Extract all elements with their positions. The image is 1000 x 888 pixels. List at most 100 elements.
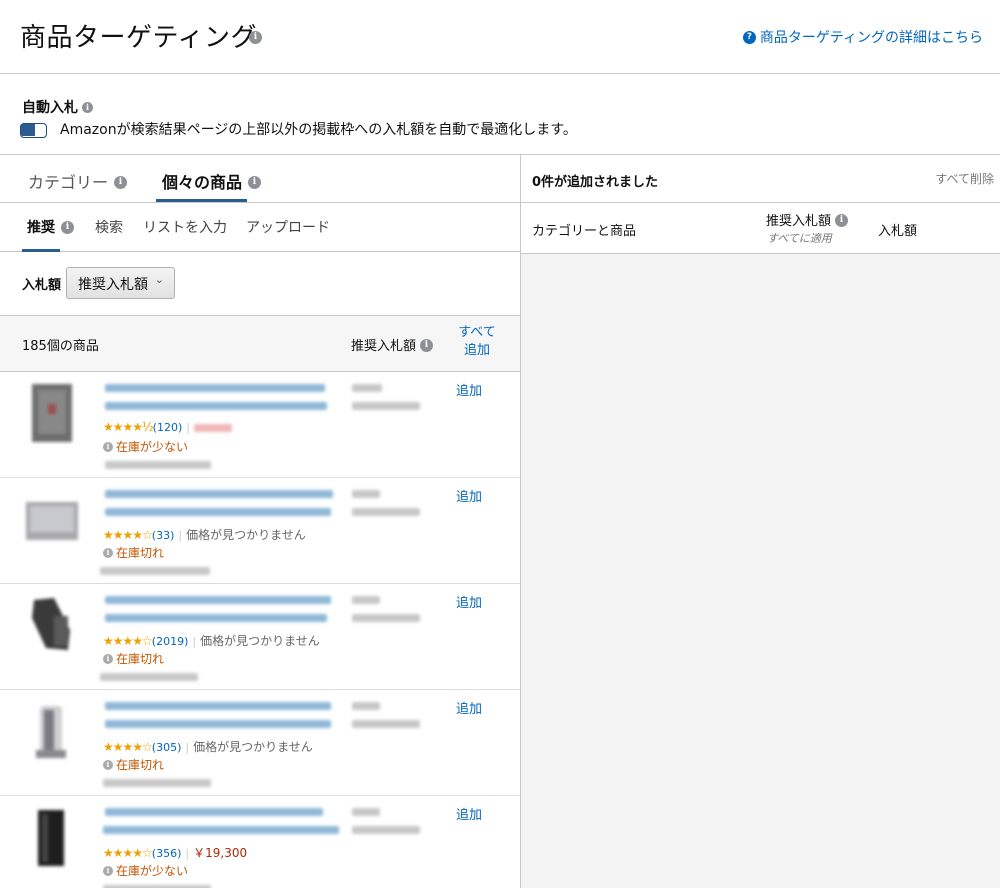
autobid-toggle[interactable] — [20, 123, 47, 138]
bid-blurred — [352, 384, 382, 392]
tab-category[interactable]: カテゴリー i — [28, 169, 128, 193]
bid-blurred — [352, 490, 380, 498]
review-count[interactable]: (305) — [152, 741, 182, 754]
product-title-blurred[interactable] — [105, 702, 331, 710]
add-all-line2: 追加 — [463, 343, 490, 358]
info-icon[interactable]: i — [248, 176, 262, 189]
added-columns: カテゴリーと商品 推奨入札額 i すべてに適用 入札額 — [521, 203, 1000, 254]
stock-status: i 在庫切れ — [103, 756, 164, 773]
bid-blurred — [352, 808, 380, 816]
separator: | — [178, 529, 183, 542]
product-title-blurred[interactable] — [105, 384, 325, 392]
product-title-blurred[interactable] — [105, 808, 323, 816]
bid-blurred — [352, 596, 380, 604]
asin-blurred — [100, 567, 210, 575]
product-row: ★★★★½(120) | i 在庫が少ない 追加 — [0, 372, 520, 478]
product-thumbnail — [24, 488, 80, 550]
active-tab-indicator — [156, 199, 247, 202]
product-thumbnail — [24, 594, 80, 656]
tab-individual-products[interactable]: 個々の商品 i — [162, 169, 262, 193]
add-all-button[interactable]: すべて 追加 — [457, 324, 497, 360]
bid-range-blurred — [352, 508, 420, 516]
rating-row: ★★★★☆(305) | 価格が見つかりません — [103, 738, 313, 754]
review-count[interactable]: (33) — [152, 529, 175, 542]
rating-row: ★★★★½(120) | — [103, 420, 232, 434]
info-icon: i — [103, 759, 113, 770]
separator: | — [185, 741, 190, 754]
stock-label: 在庫が少ない — [116, 440, 189, 454]
subtab-enter-list[interactable]: リストを入力 — [143, 217, 227, 237]
add-product-link[interactable]: 追加 — [456, 592, 482, 611]
column-category-products: カテゴリーと商品 — [532, 224, 637, 239]
add-product-link[interactable]: 追加 — [456, 486, 482, 505]
price-unavailable: 価格が見つかりません — [193, 740, 313, 754]
bid-range-blurred — [352, 826, 420, 834]
info-icon[interactable]: i — [249, 31, 262, 44]
info-icon: i — [103, 653, 113, 664]
price-blurred — [193, 424, 232, 432]
product-row: ★★★★☆(356) | ￥19,300 i 在庫が少ない 追加 — [0, 796, 520, 888]
info-icon[interactable]: i — [835, 214, 849, 227]
column-suggested-bid-label: 推奨入札額 — [766, 214, 832, 229]
asin-blurred — [103, 779, 211, 787]
price-unavailable: 価格が見つかりません — [200, 634, 320, 648]
product-thumbnail — [24, 382, 80, 444]
bid-range-blurred — [352, 720, 420, 728]
info-icon[interactable]: i — [114, 176, 128, 189]
product-price: ￥19,300 — [193, 846, 248, 860]
help-link-label: 商品ターゲティングの詳細はこちら — [759, 30, 983, 46]
review-count[interactable]: (2019) — [152, 635, 189, 648]
info-icon[interactable]: i — [420, 339, 434, 352]
product-title-blurred[interactable] — [105, 490, 333, 498]
price-unavailable: 価格が見つかりません — [186, 528, 306, 542]
added-header: 0件が追加されました すべて削除 — [521, 155, 1000, 203]
stock-status: i 在庫切れ — [103, 650, 164, 667]
product-thumbnail — [24, 700, 80, 762]
subtab-search[interactable]: 検索 — [95, 217, 123, 237]
bid-row: 入札額 推奨入札額 ⌄ — [0, 252, 520, 316]
star-rating: ★★★★½ — [103, 420, 154, 434]
product-title-blurred[interactable] — [105, 402, 327, 410]
asin-blurred — [105, 461, 211, 469]
product-count: 185個の商品 — [22, 339, 99, 354]
product-title-blurred[interactable] — [105, 596, 331, 604]
help-link[interactable]: ? 商品ターゲティングの詳細はこちら — [742, 27, 983, 47]
toggle-fill — [21, 124, 35, 136]
stock-label: 在庫切れ — [116, 652, 165, 666]
page-header: 商品ターゲティング i ? 商品ターゲティングの詳細はこちら — [0, 0, 1000, 74]
tab-category-label: カテゴリー — [28, 173, 109, 192]
review-count[interactable]: (120) — [153, 421, 183, 434]
product-thumbnail — [24, 806, 80, 868]
stock-status: i 在庫切れ — [103, 544, 164, 561]
review-count[interactable]: (356) — [152, 847, 182, 860]
page-title: 商品ターゲティング — [20, 23, 257, 53]
subtab-upload[interactable]: アップロード — [246, 217, 330, 237]
apply-to-all-link[interactable]: すべてに適用 — [767, 230, 832, 246]
main-tabs: カテゴリー i 個々の商品 i — [0, 155, 520, 203]
info-icon[interactable]: i — [61, 220, 74, 234]
product-title-blurred[interactable] — [105, 614, 327, 622]
add-product-link[interactable]: 追加 — [456, 804, 482, 823]
left-panel: カテゴリー i 個々の商品 i 推奨 i 検索 リストを入力 アップロード 入札額 推… — [0, 155, 521, 888]
sub-tabs: 推奨 i 検索 リストを入力 アップロード — [0, 203, 520, 252]
product-title-blurred[interactable] — [105, 508, 331, 516]
product-row: ★★★★☆(2019) | 価格が見つかりません i 在庫切れ 追加 — [0, 584, 520, 690]
product-title-blurred[interactable] — [103, 826, 339, 834]
subtab-recommended[interactable]: 推奨 i — [27, 217, 74, 237]
list-header: 185個の商品 推奨入札額 i すべて 追加 — [0, 316, 520, 372]
product-row: ★★★★☆(33) | 価格が見つかりません i 在庫切れ 追加 — [0, 478, 520, 584]
add-product-link[interactable]: 追加 — [456, 380, 482, 399]
stock-label: 在庫切れ — [116, 546, 165, 560]
stock-label: 在庫が少ない — [116, 864, 189, 878]
bid-select-value: 推奨入札額 — [78, 277, 148, 293]
added-count: 0件が追加されました — [532, 175, 659, 190]
star-rating: ★★★★☆ — [103, 740, 153, 754]
remove-all-button[interactable]: すべて削除 — [935, 170, 994, 187]
product-row: ★★★★☆(305) | 価格が見つかりません i 在庫切れ 追加 — [0, 690, 520, 796]
info-icon: i — [103, 865, 113, 876]
suggested-bid-column-label: 推奨入札額 — [351, 339, 417, 354]
bid-select[interactable]: 推奨入札額 ⌄ — [66, 267, 175, 299]
info-icon[interactable]: i — [82, 101, 93, 113]
product-title-blurred[interactable] — [105, 720, 331, 728]
add-product-link[interactable]: 追加 — [456, 698, 482, 717]
